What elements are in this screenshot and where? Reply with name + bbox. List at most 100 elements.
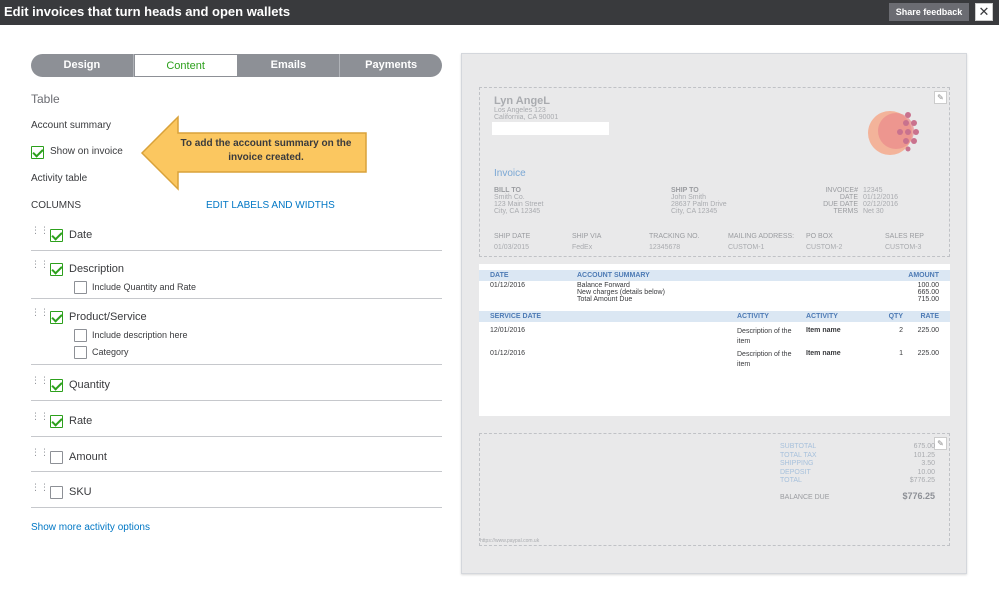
pencil-icon[interactable]: ✎ [934,91,947,104]
mailing-address-header: MAILING ADDRESS: [728,233,795,240]
product-service-checkbox[interactable] [50,311,63,324]
summary-amounts: 100.00 665.00 715.00 [917,282,939,303]
description-label: Description [69,263,125,275]
quantity-label: Quantity [69,379,110,391]
tab-design[interactable]: Design [31,54,134,77]
row-1-date: 12/01/2016 [490,327,526,334]
page-title: Edit invoices that turn heads and open w… [4,4,291,19]
quantity-checkbox[interactable] [50,379,63,392]
drag-handle-icon[interactable]: ⋮⋮ [31,412,49,424]
include-qty-rate-checkbox[interactable] [74,281,87,294]
rate-checkbox[interactable] [50,415,63,428]
company-address-2: California, CA 90001 [494,114,559,121]
row-1-qty: 2 [899,327,903,334]
divider [31,471,442,472]
row-2-description: Description of the item [737,351,792,368]
sku-label: SKU [69,486,92,498]
service-date-header: SERVICE DATE [490,313,542,320]
callout-text: To add the account summary on the invoic… [180,138,352,163]
invoice-meta-labels: INVOICE# DATE DUE DATE TERMS [823,187,858,215]
company-address-1: Los Angeles 123 [494,107,546,114]
po-box-value: CUSTOM-2 [806,244,843,251]
invoice-meta-values: 12345 01/12/2016 02/12/2016 Net 30 [863,187,899,215]
show-on-invoice-checkbox[interactable] [31,146,44,159]
divider [31,298,442,299]
amount-label: Amount [69,451,107,463]
drag-handle-icon[interactable]: ⋮⋮ [31,308,49,320]
divider [31,250,442,251]
drag-handle-icon[interactable]: ⋮⋮ [31,260,49,272]
ship-to-label: SHIP TO [671,187,699,194]
activity-table-label: Activity table [31,173,88,184]
tab-emails[interactable]: Emails [237,54,341,77]
summary-amount-header: AMOUNT [908,272,939,279]
summary-lines: Balance Forward New charges (details bel… [577,282,665,303]
date-checkbox[interactable] [50,229,63,242]
ship-via-value: FedEx [572,244,593,251]
ship-date-header: SHIP DATE [494,233,531,240]
row-1-rate: 225.00 [917,327,939,334]
divider [31,364,442,365]
section-title: Table [31,92,60,106]
amount-checkbox[interactable] [50,451,63,464]
company-name: Lyn AngeL [494,95,551,107]
tab-payments[interactable]: Payments [340,54,442,77]
top-bar: Edit invoices that turn heads and open w… [0,0,999,25]
activity-header-1: ACTIVITY [737,313,769,320]
ship-to-address: John Smith 28637 Palm Drive City, CA 123… [671,194,727,215]
pencil-icon[interactable]: ✎ [934,437,947,450]
show-on-invoice-label: Show on invoice [50,146,123,157]
row-2-qty: 1 [899,350,903,357]
totals-values: 675.00 101.25 3.50 10.00 $776.25 [909,443,935,484]
sales-rep-header: SALES REP [885,233,924,240]
include-qty-rate-label: Include Quantity and Rate [92,282,197,292]
po-box-header: PO BOX [806,233,833,240]
include-description-checkbox[interactable] [74,329,87,342]
tab-content[interactable]: Content [133,54,238,77]
drag-handle-icon[interactable]: ⋮⋮ [31,226,49,238]
divider [31,400,442,401]
divider [31,507,442,508]
qty-header: QTY [888,313,903,320]
category-checkbox[interactable] [74,346,87,359]
summary-title-header: ACCOUNT SUMMARY [577,272,650,279]
balance-due-value: $776.25 [902,491,935,501]
row-2-item-name: Item name [806,350,841,357]
sku-checkbox[interactable] [50,486,63,499]
account-summary-label: Account summary [31,120,112,131]
ship-via-header: SHIP VIA [572,233,602,240]
product-service-label: Product/Service [69,311,147,323]
footer-url: https://www.paypal.com.uk [480,538,540,544]
invoice-title: Invoice [494,168,526,179]
drag-handle-icon[interactable]: ⋮⋮ [31,376,49,388]
address-placeholder [492,122,609,135]
drag-handle-icon[interactable]: ⋮⋮ [31,483,49,495]
summary-date-header: DATE [490,272,509,279]
activity-header-2: ACTIVITY [806,313,838,320]
edit-labels-link[interactable]: EDIT LABELS AND WIDTHS [206,200,335,211]
ship-date-value: 01/03/2015 [494,244,530,251]
sales-rep-value: CUSTOM-3 [885,244,922,251]
row-2-rate: 225.00 [917,350,939,357]
category-label: Category [92,347,129,357]
tracking-header: TRACKING NO. [649,233,700,240]
drag-handle-icon[interactable]: ⋮⋮ [31,448,49,460]
bill-to-label: BILL TO [494,187,521,194]
tracking-value: 12345678 [649,244,681,251]
columns-label: COLUMNS [31,200,82,211]
close-icon[interactable]: ✕ [975,3,993,21]
totals-labels: SUBTOTAL TOTAL TAX SHIPPING DEPOSIT TOTA… [780,443,817,484]
show-more-link[interactable]: Show more activity options [31,522,150,533]
row-2-date: 01/12/2016 [490,350,526,357]
divider [31,436,442,437]
rate-label: Rate [69,415,93,427]
row-1-item-name: Item name [806,327,841,334]
date-label: Date [69,229,93,241]
mailing-address-value: CUSTOM-1 [728,244,765,251]
include-description-label: Include description here [92,330,188,340]
share-feedback-button[interactable]: Share feedback [889,3,969,21]
rate-header: RATE [920,313,939,320]
description-checkbox[interactable] [50,263,63,276]
row-1-description: Description of the item [737,328,792,345]
tab-bar: Design Content Emails Payments [31,54,442,77]
